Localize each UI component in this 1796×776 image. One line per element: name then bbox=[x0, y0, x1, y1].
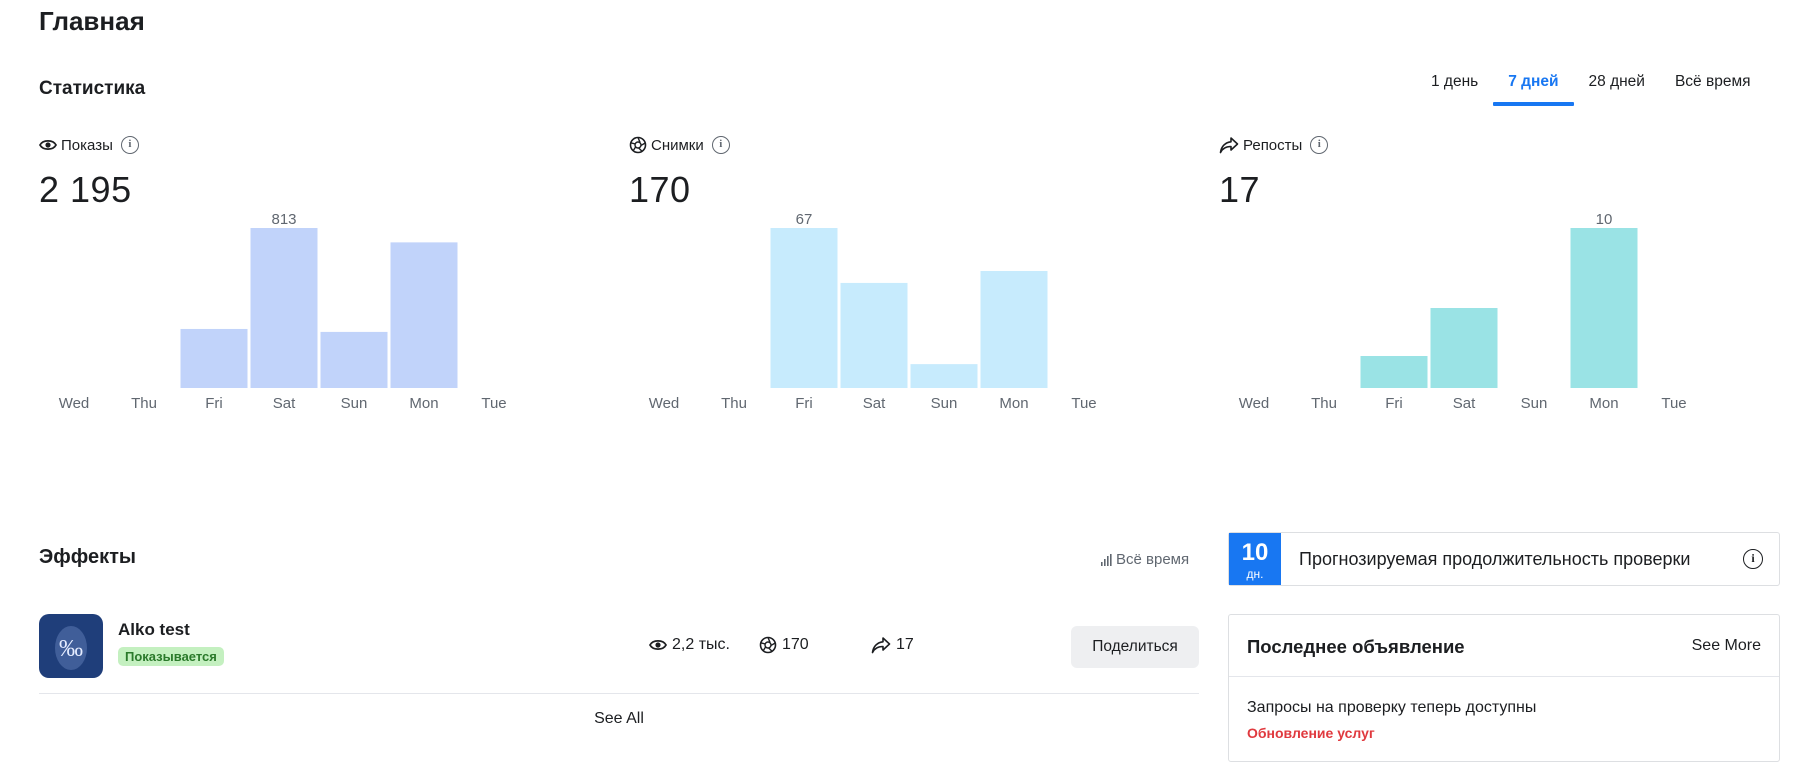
effect-thumb-symbol: ‰ bbox=[59, 636, 83, 662]
review-days-badge: 10 дн. bbox=[1229, 533, 1281, 585]
info-icon[interactable]: i bbox=[1310, 136, 1329, 154]
announcement-link[interactable]: Обновление услуг bbox=[1247, 725, 1375, 741]
x-tick-label: Thu bbox=[721, 395, 747, 412]
bar-mon[interactable] bbox=[980, 270, 1048, 388]
metric-label: Снимки bbox=[651, 136, 704, 154]
bar-sun[interactable] bbox=[320, 331, 388, 388]
x-tick-label: Mon bbox=[999, 395, 1028, 412]
effects-range-label: Всё время bbox=[1116, 551, 1190, 568]
data-label: 67 bbox=[796, 212, 813, 228]
x-tick-label: Tue bbox=[481, 395, 506, 412]
data-label: 10 bbox=[1596, 212, 1613, 228]
see-more-link[interactable]: See More bbox=[1692, 637, 1761, 655]
effects-title: Эффекты bbox=[39, 546, 136, 568]
x-tick-label: Fri bbox=[205, 395, 223, 412]
review-days-unit: дн. bbox=[1246, 567, 1264, 581]
camera-shutter-icon bbox=[629, 136, 647, 154]
announcement-title: Последнее объявление bbox=[1247, 636, 1465, 657]
review-duration-card: 10 дн. Прогнозируемая продолжительность … bbox=[1228, 532, 1780, 586]
metric-value: 17 bbox=[1219, 169, 1261, 210]
bar-mon[interactable] bbox=[1570, 228, 1638, 388]
tab-all-time[interactable]: Всё время bbox=[1660, 72, 1766, 106]
metric-captures: Снимки i 170 bbox=[629, 135, 1189, 211]
see-all-link[interactable]: See All bbox=[39, 710, 1199, 728]
tab-28-days[interactable]: 28 дней bbox=[1574, 72, 1660, 106]
effect-thumbnail[interactable]: ‰ bbox=[39, 614, 103, 678]
page-title: Главная bbox=[39, 6, 145, 36]
x-tick-label: Sun bbox=[1521, 395, 1548, 412]
share-arrow-icon bbox=[1219, 137, 1239, 154]
statistics-title: Статистика bbox=[39, 78, 146, 99]
x-tick-label: Sat bbox=[1453, 395, 1476, 412]
effect-name[interactable]: Alko test bbox=[118, 620, 190, 640]
info-icon[interactable]: i bbox=[1743, 549, 1763, 569]
x-tick-label: Sun bbox=[931, 395, 958, 412]
x-tick-label: Thu bbox=[1311, 395, 1337, 412]
eye-icon bbox=[39, 139, 57, 151]
chart-captures: Wed Thu 67 Fri Sat Sun Mon Tue bbox=[649, 212, 1097, 412]
data-label: 813 bbox=[271, 212, 296, 228]
status-badge: Показывается bbox=[118, 647, 224, 666]
x-tick-label: Mon bbox=[409, 395, 438, 412]
metric-value: 2 195 bbox=[39, 169, 132, 210]
announcement-text: Запросы на проверку теперь доступны bbox=[1247, 699, 1537, 716]
x-tick-label: Sun bbox=[341, 395, 368, 412]
share-button[interactable]: Поделиться bbox=[1071, 626, 1199, 668]
bar-sat[interactable] bbox=[250, 228, 318, 388]
metric-label: Репосты bbox=[1243, 136, 1303, 154]
tab-7-days[interactable]: 7 дней bbox=[1493, 72, 1574, 106]
x-tick-label: Sat bbox=[273, 395, 296, 412]
effect-shares: 17 bbox=[871, 636, 914, 654]
bar-chart-icon bbox=[1101, 553, 1112, 566]
effect-impressions: 2,2 тыс. bbox=[649, 636, 730, 654]
chart-shares: Wed Thu Fri Sat Sun 10 Mon Tue bbox=[1239, 212, 1687, 412]
bar-sat[interactable] bbox=[840, 282, 908, 388]
bar-sun[interactable] bbox=[910, 364, 978, 388]
bar-fri[interactable] bbox=[180, 328, 248, 388]
x-tick-label: Fri bbox=[795, 395, 813, 412]
metric-impressions: Показы i 2 195 bbox=[39, 135, 599, 211]
x-tick-label: Sat bbox=[863, 395, 886, 412]
effect-row[interactable]: ‰ Alko test Показывается 2,2 тыс. 170 17… bbox=[39, 614, 1199, 694]
x-tick-label: Wed bbox=[649, 395, 680, 412]
tab-1-day[interactable]: 1 день bbox=[1416, 72, 1493, 106]
bar-mon[interactable] bbox=[390, 242, 458, 388]
share-arrow-icon bbox=[871, 637, 891, 654]
effect-captures: 170 bbox=[759, 636, 809, 654]
info-icon[interactable]: i bbox=[120, 136, 139, 154]
announcement-card: Последнее объявление See More Запросы на… bbox=[1228, 614, 1780, 762]
camera-shutter-icon bbox=[759, 636, 777, 654]
chart-impressions: Wed Thu Fri 813 Sat Sun Mon Tue bbox=[59, 212, 507, 412]
bar-sat[interactable] bbox=[1430, 308, 1498, 388]
metric-label: Показы bbox=[61, 136, 113, 154]
x-tick-label: Mon bbox=[1589, 395, 1618, 412]
bar-fri[interactable] bbox=[1360, 356, 1428, 388]
x-tick-label: Fri bbox=[1385, 395, 1403, 412]
review-days-number: 10 bbox=[1241, 539, 1269, 566]
review-duration-text: Прогнозируемая продолжительность проверк… bbox=[1299, 549, 1691, 569]
effects-range-selector[interactable]: Всё время bbox=[1100, 551, 1189, 568]
range-tabs: 1 день 7 дней 28 дней Всё время bbox=[1416, 72, 1766, 106]
metric-value: 170 bbox=[629, 169, 691, 210]
metric-shares: Репосты i 17 bbox=[1219, 135, 1779, 211]
eye-icon bbox=[649, 639, 667, 651]
x-tick-label: Tue bbox=[1071, 395, 1096, 412]
x-tick-label: Tue bbox=[1661, 395, 1686, 412]
info-icon[interactable]: i bbox=[711, 136, 730, 154]
x-tick-label: Wed bbox=[59, 395, 90, 412]
bar-fri[interactable] bbox=[770, 228, 838, 388]
x-tick-label: Thu bbox=[131, 395, 157, 412]
x-tick-label: Wed bbox=[1239, 395, 1270, 412]
